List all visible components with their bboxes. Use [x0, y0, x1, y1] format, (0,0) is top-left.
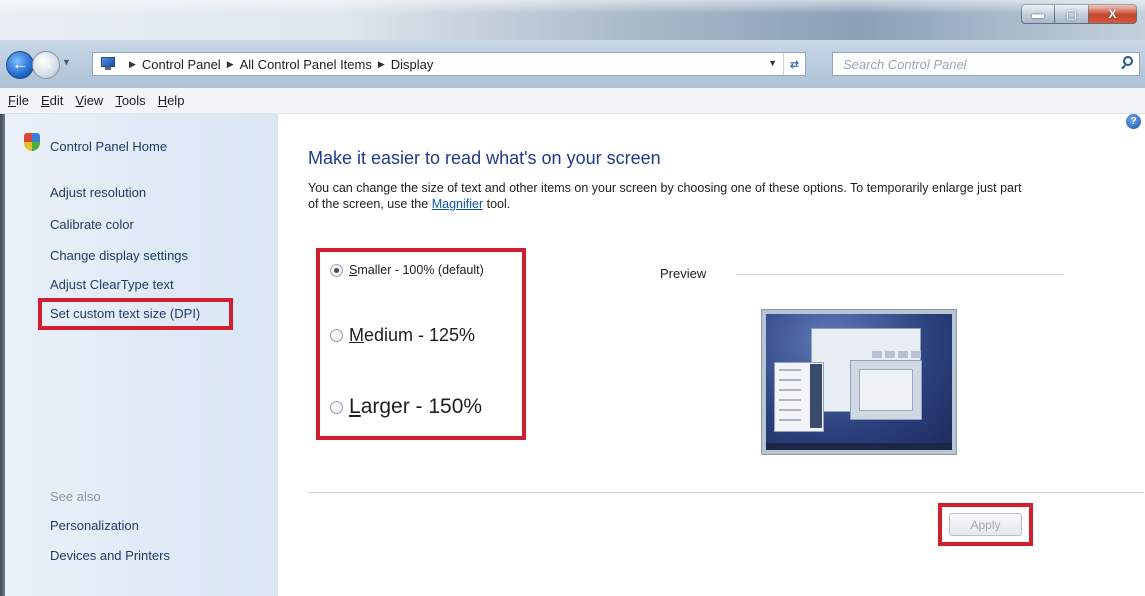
back-button[interactable]: ← [6, 51, 34, 79]
preview-strip [810, 364, 822, 428]
search-placeholder: Search Control Panel [843, 56, 967, 72]
help-icon[interactable]: ? [1126, 114, 1141, 129]
highlight-box-apply [938, 503, 1033, 546]
magnifier-link[interactable]: Magnifier [432, 197, 483, 211]
breadcrumb-control-panel[interactable]: Control Panel [142, 57, 221, 72]
minimize-button[interactable]: ▬ [1021, 4, 1055, 24]
preview-label: Preview [660, 266, 707, 281]
breadcrumb-display[interactable]: Display [391, 57, 434, 72]
sidebar-personalization[interactable]: Personalization [50, 518, 139, 533]
address-dropdown-icon[interactable]: ▼ [768, 58, 777, 68]
sidebar-control-panel-home[interactable]: Control Panel Home [50, 139, 167, 154]
breadcrumb-all-items[interactable]: All Control Panel Items [240, 57, 372, 72]
see-also-heading: See also [50, 489, 101, 504]
page-heading: Make it easier to read what's on your sc… [308, 148, 661, 168]
menu-view[interactable]: View [75, 93, 103, 108]
window-left-edge [0, 114, 5, 596]
refresh-icon: ⇄ [789, 58, 800, 71]
sidebar-adjust-resolution[interactable]: Adjust resolution [50, 185, 146, 200]
forward-button[interactable]: → [32, 51, 60, 79]
breadcrumb-separator-icon[interactable]: ▶ [129, 59, 136, 70]
content-separator [308, 492, 1144, 493]
main-content: ? Make it easier to read what's on your … [278, 114, 1145, 596]
sidebar-calibrate-color[interactable]: Calibrate color [50, 217, 134, 232]
preview-divider [736, 274, 1064, 275]
preview-taskbar [766, 443, 952, 450]
forward-arrow-icon: → [38, 56, 54, 73]
preview-window-front [850, 360, 922, 420]
highlight-box-custom-dpi [38, 298, 233, 330]
page-description: You can change the size of text and othe… [308, 181, 1022, 211]
recent-pages-dropdown-icon[interactable]: ▼ [62, 57, 71, 67]
menu-tools[interactable]: Tools [115, 93, 145, 108]
preview-image [761, 309, 957, 455]
window-controls: ▬ ▢ X [1021, 4, 1137, 24]
maximize-button[interactable]: ▢ [1055, 4, 1089, 24]
sidebar-change-display-settings[interactable]: Change display settings [50, 248, 188, 263]
menu-edit[interactable]: Edit [41, 93, 63, 108]
close-button[interactable]: X [1089, 4, 1137, 24]
highlight-box-size-options [316, 248, 526, 440]
refresh-button[interactable]: ⇄ [783, 53, 805, 75]
window-titlebar: ▬ ▢ X [0, 0, 1145, 40]
maximize-icon: ▢ [1065, 7, 1078, 21]
search-icon[interactable] [1121, 56, 1135, 70]
breadcrumb-separator-icon[interactable]: ▶ [378, 59, 385, 70]
menu-help[interactable]: Help [158, 93, 185, 108]
close-icon: X [1108, 7, 1117, 21]
preview-desktop [766, 314, 952, 450]
shield-icon [24, 133, 40, 151]
sidebar-devices-and-printers[interactable]: Devices and Printers [50, 548, 170, 563]
control-panel-icon [99, 57, 117, 71]
minimize-icon: ▬ [1032, 7, 1044, 21]
navigation-bar: ← → ▼ ▶ Control Panel ▶ All Control Pane… [0, 40, 1145, 88]
sidebar-adjust-cleartype[interactable]: Adjust ClearType text [50, 277, 174, 292]
menu-bar: File Edit View Tools Help [0, 88, 1145, 114]
back-arrow-icon: ← [12, 56, 28, 73]
address-bar[interactable]: ▶ Control Panel ▶ All Control Panel Item… [92, 52, 806, 76]
menu-file[interactable]: File [8, 93, 29, 108]
search-input[interactable]: Search Control Panel [832, 52, 1140, 76]
breadcrumb-separator-icon[interactable]: ▶ [227, 59, 234, 70]
